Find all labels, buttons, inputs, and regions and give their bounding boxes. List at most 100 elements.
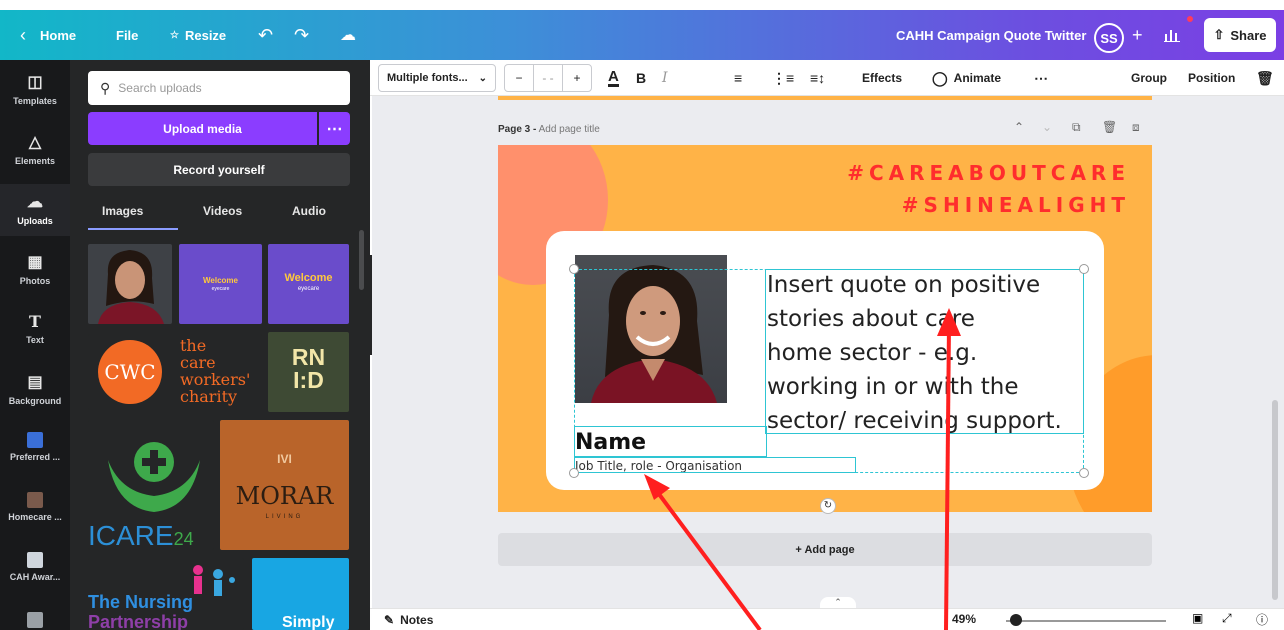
upload-thumb-portrait[interactable] — [88, 244, 172, 324]
increase-font-size-button[interactable]: + — [563, 71, 591, 85]
align-left-icon[interactable]: ≡ — [734, 60, 742, 96]
elements-icon: △ — [28, 134, 42, 151]
simply-wordmark: Simply — [282, 614, 335, 630]
bold-button[interactable]: B — [636, 60, 646, 96]
cloud-upload-icon: ☁ — [27, 194, 43, 211]
text-toolbar: Multiple fonts... ⌄ − - - + A B I ≡ ⋮≡ ≡… — [370, 60, 1284, 96]
resize-handle[interactable] — [1079, 264, 1089, 274]
animate-button[interactable]: ◯ Animate — [932, 60, 1001, 96]
cloud-saved-icon[interactable]: ☁ — [340, 10, 356, 60]
preferred-thumb — [27, 432, 43, 448]
tab-videos[interactable]: Videos — [203, 204, 242, 218]
insights-icon[interactable] — [1164, 10, 1180, 60]
zoom-slider-track[interactable] — [1006, 620, 1166, 622]
animate-label: Animate — [953, 71, 1002, 85]
upload-thumb-nursing[interactable]: The Nursing Partnership — [88, 558, 244, 630]
effects-button[interactable]: Effects — [862, 60, 902, 96]
thumb-text: Welcome — [284, 272, 333, 284]
undo-icon[interactable]: ↶ — [258, 10, 273, 60]
chevron-up-icon[interactable]: ⌃ — [1014, 120, 1024, 134]
thumb-subtext: eyecare — [211, 286, 230, 292]
rail-item-homecare[interactable]: Homecare ... — [0, 492, 70, 522]
upload-thumb-rnid[interactable]: RN I:D — [268, 332, 349, 412]
rail-item-photos[interactable]: ▦ Photos — [0, 252, 70, 286]
page-title[interactable]: Page 3 - Add page title — [498, 124, 600, 135]
hashtag-care-about-care[interactable]: #CAREABOUTCARE — [847, 161, 1130, 185]
rail-item-templates[interactable]: ◫ Templates — [0, 72, 70, 106]
tab-images[interactable]: Images — [102, 204, 143, 218]
help-icon[interactable]: ⓘ — [1256, 611, 1268, 628]
delete-page-icon[interactable]: 🗑 — [1102, 120, 1117, 134]
add-page-button[interactable]: + Add page — [498, 533, 1152, 566]
bottom-bar: ✎ Notes 49% ▣ ⤢ ⓘ — [370, 608, 1284, 630]
more-options-icon[interactable]: ⋯ — [319, 112, 350, 145]
record-yourself-button[interactable]: Record yourself — [88, 153, 350, 186]
upload-thumb-cwc[interactable]: CWC the care workers' charity — [88, 334, 262, 410]
spacing-icon[interactable]: ≡↕ — [810, 60, 825, 96]
upload-thumb-simply[interactable]: Simply — [252, 558, 349, 630]
text-color-button[interactable]: A — [608, 60, 619, 96]
zoom-level[interactable]: 49% — [952, 612, 976, 626]
icare-wordmark: ICARE24 — [88, 520, 194, 550]
add-collaborator-icon[interactable]: + — [1132, 10, 1143, 60]
share-icon: ⇧ — [1213, 27, 1225, 42]
rail-item-uploads[interactable]: ☁ Uploads — [0, 184, 70, 236]
rail-item-cah-awards[interactable]: CAH Awar... — [0, 552, 70, 582]
fullscreen-icon[interactable]: ⤢ — [1222, 611, 1232, 626]
search-input[interactable]: ⚲ Search uploads — [88, 71, 350, 105]
rail-item-elements[interactable]: △ Elements — [0, 132, 70, 166]
nursing-wordmark-2: Partnership — [88, 612, 189, 630]
rail-item-more[interactable] — [0, 612, 70, 630]
file-menu[interactable]: File — [116, 10, 138, 60]
chevron-down-icon[interactable]: ⌄ — [1042, 120, 1052, 134]
rail-item-preferred[interactable]: Preferred ... — [0, 432, 70, 462]
name-selection-box — [574, 426, 767, 457]
zoom-slider-handle[interactable] — [1010, 614, 1022, 626]
cwc-wordmark: the care workers' charity — [180, 336, 251, 406]
hashtag-shine-a-light[interactable]: #SHINEALIGHT — [902, 193, 1130, 217]
add-page-icon[interactable]: ⧈ — [1132, 120, 1140, 135]
canvas-scrollbar[interactable] — [1272, 400, 1278, 600]
chevron-left-icon: ‹ — [20, 24, 26, 45]
rotate-handle-icon[interactable]: ↻ — [820, 498, 836, 514]
upload-thumb-morar[interactable]: IVI MORAR LIVING — [220, 420, 349, 550]
page-count-icon[interactable]: ▣ — [1192, 611, 1203, 625]
resize-handle[interactable] — [569, 264, 579, 274]
duplicate-page-icon[interactable]: ⧉ — [1072, 120, 1081, 135]
trash-icon[interactable]: 🗑 — [1256, 60, 1274, 96]
search-placeholder: Search uploads — [118, 81, 202, 95]
upload-thumb-welcome-1[interactable]: Welcome eyecare — [179, 244, 262, 324]
design-title[interactable]: CAHH Campaign Quote Twitter — [896, 10, 1086, 60]
group-button[interactable]: Group — [1131, 60, 1167, 96]
home-button[interactable]: ‹ Home — [20, 10, 76, 60]
tab-audio[interactable]: Audio — [292, 204, 326, 218]
position-button[interactable]: Position — [1188, 60, 1235, 96]
resize-button[interactable]: ☆ Resize — [170, 10, 226, 60]
rail-label: Photos — [19, 276, 51, 286]
icare-logo-icon — [108, 442, 200, 512]
panel-scrollbar[interactable] — [359, 230, 364, 290]
redo-icon[interactable]: ↷ — [294, 10, 309, 60]
font-selector[interactable]: Multiple fonts... ⌄ — [378, 64, 496, 92]
upload-thumb-welcome-2[interactable]: Welcome eyecare — [268, 244, 349, 324]
rail-label: Templates — [13, 96, 57, 106]
notes-button[interactable]: ✎ Notes — [384, 609, 433, 630]
list-icon[interactable]: ⋮≡ — [772, 60, 794, 96]
resize-handle[interactable] — [1079, 468, 1089, 478]
rail-item-background[interactable]: ▤ Background — [0, 372, 70, 406]
notification-dot — [1187, 16, 1193, 22]
more-thumb — [27, 612, 43, 628]
font-size-input[interactable]: - - — [533, 65, 563, 91]
resize-handle[interactable] — [569, 468, 579, 478]
morar-wordmark: MORAR — [235, 482, 334, 510]
more-icon[interactable]: ⋯ — [1034, 60, 1048, 96]
canva-editor: ‹ Home File ☆ Resize ↶ ↷ ☁ CAHH Campaign… — [0, 0, 1284, 630]
italic-button[interactable]: I — [662, 60, 668, 96]
font-size-stepper[interactable]: − - - + — [504, 64, 592, 92]
upload-media-button[interactable]: Upload media — [88, 112, 317, 145]
decrease-font-size-button[interactable]: − — [505, 71, 533, 85]
upload-thumb-icare24[interactable]: ICARE24 — [88, 420, 214, 550]
share-button[interactable]: ⇧ Share — [1204, 18, 1276, 52]
rail-item-text[interactable]: T Text — [0, 312, 70, 345]
avatar[interactable]: SS — [1094, 23, 1124, 53]
